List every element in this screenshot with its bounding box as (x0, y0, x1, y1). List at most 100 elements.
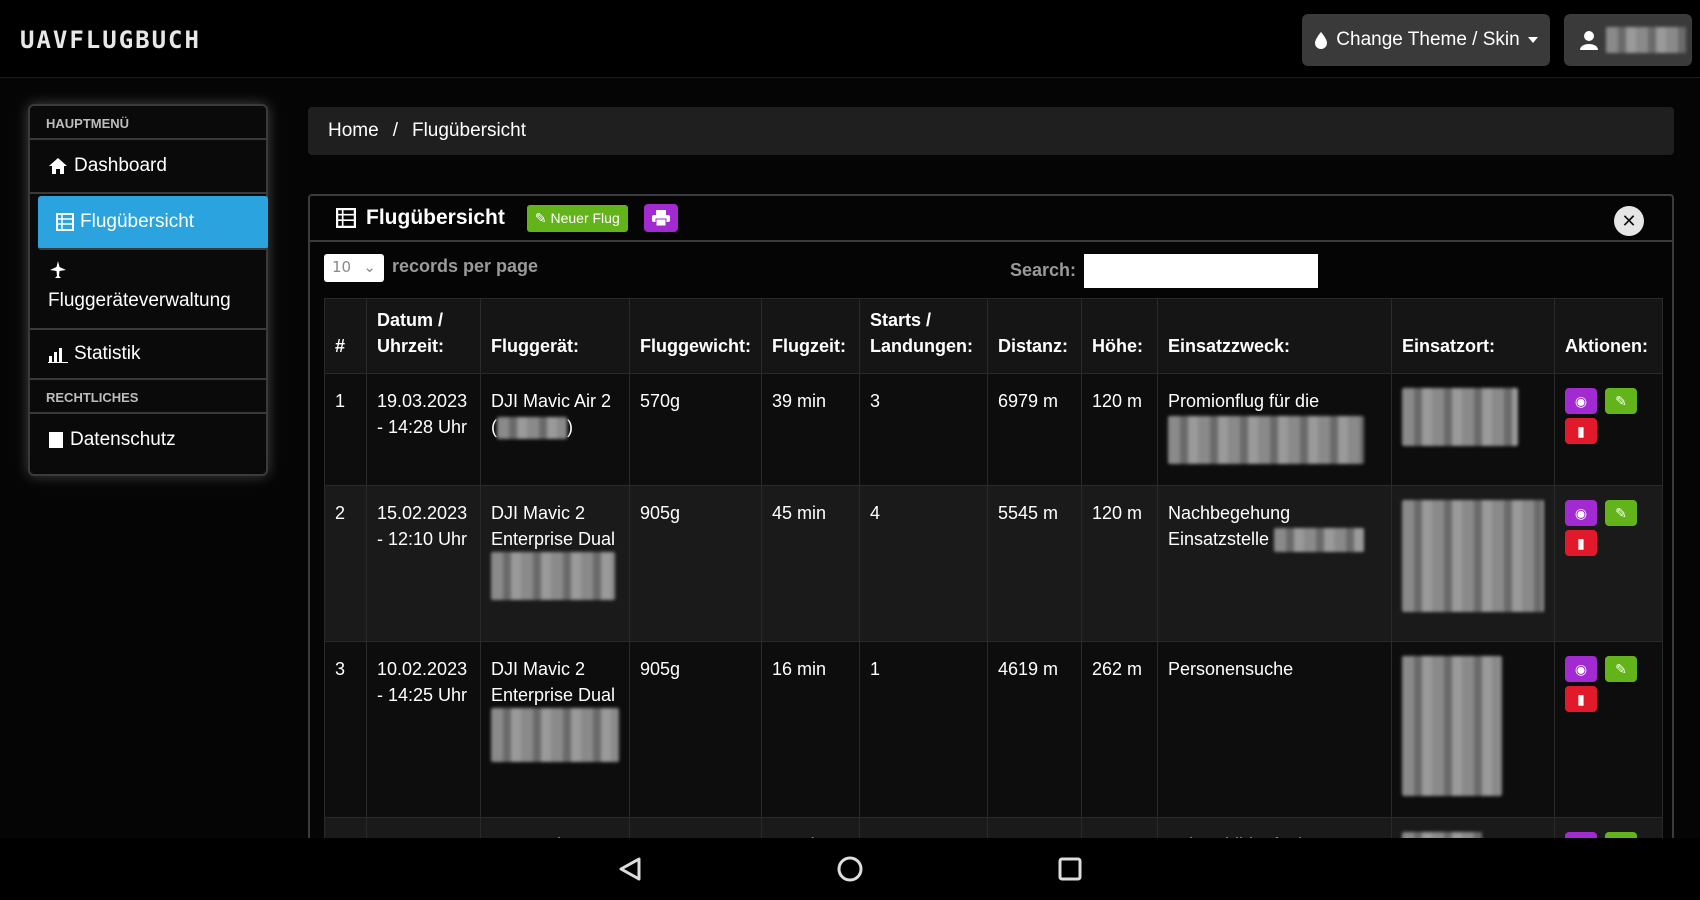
flight-overview-panel: Flugübersicht ✎ Neuer Flug ✕ 10 ⌄ record… (308, 194, 1674, 900)
cell-location (1391, 641, 1555, 818)
view-button[interactable]: ◉ (1565, 500, 1597, 526)
caret-down-icon (1527, 37, 1538, 43)
col-header-weight[interactable]: Fluggewicht: (629, 298, 762, 374)
cell-device: DJI Mavic 2 Enterprise Dual (480, 641, 630, 818)
col-header-actions: Aktionen: (1554, 298, 1663, 374)
list-icon (336, 208, 356, 228)
col-header-distance[interactable]: Distanz: (987, 298, 1082, 374)
redacted-device-note (497, 417, 567, 440)
cell-actions: ◉ ✎ ▮ (1554, 373, 1663, 486)
col-header-flighttime[interactable]: Flugzeit: (761, 298, 860, 374)
sidebar-item-label: Datenschutz (70, 429, 176, 450)
sidebar-item-label: Statistik (74, 343, 141, 364)
sidebar-item-statistik[interactable]: Statistik (30, 330, 266, 380)
edit-button[interactable]: ✎ (1605, 656, 1637, 682)
cell-date: 19.03.2023 - 14:28 Uhr (366, 373, 481, 486)
edit-button[interactable]: ✎ (1605, 388, 1637, 414)
trash-icon: ▮ (1577, 535, 1585, 551)
sidebar-item-label: Flugübersicht (80, 211, 195, 232)
sidebar-section-main: HAUPTMENÜ (30, 106, 266, 140)
cell-location (1391, 373, 1555, 486)
print-button[interactable] (643, 204, 678, 232)
edit-icon: ✎ (1615, 505, 1627, 521)
cell-flighttime: 39 min (761, 373, 860, 486)
sidebar-item-flugubersicht[interactable]: Flugübersicht (38, 196, 268, 250)
redacted-location (1402, 656, 1502, 796)
search-input[interactable] (1084, 254, 1318, 288)
system-navigation-bar (0, 838, 1700, 900)
delete-button[interactable]: ▮ (1565, 418, 1597, 444)
change-theme-button[interactable]: Change Theme / Skin (1302, 14, 1550, 66)
new-flight-button[interactable]: ✎ Neuer Flug (526, 204, 628, 232)
records-per-page-value: 10 (332, 258, 352, 276)
redacted-device-note (491, 708, 619, 762)
flights-table: # Datum / Uhrzeit: Fluggerät: Fluggewich… (324, 298, 1663, 900)
panel-close-button[interactable]: ✕ (1614, 206, 1644, 236)
cell-device: DJI Mavic Air 2 () (480, 373, 630, 486)
cell-distance: 5545 m (987, 485, 1082, 642)
breadcrumb: Home / Flugübersicht (308, 107, 1674, 155)
cell-weight: 905g (629, 485, 762, 642)
top-bar: UAVFLUGBUCH Change Theme / Skin (0, 0, 1700, 78)
col-header-height[interactable]: Höhe: (1081, 298, 1158, 374)
device-name: DJI Mavic 2 Enterprise Dual (491, 659, 616, 705)
search-label: Search: (1010, 260, 1077, 280)
table-row: 2 15.02.2023 - 12:10 Uhr DJI Mavic 2 Ent… (324, 485, 1663, 642)
table-row: 3 10.02.2023 - 14:25 Uhr DJI Mavic 2 Ent… (324, 641, 1663, 818)
chevron-down-icon: ⌄ (363, 258, 376, 276)
cell-nr: 2 (324, 485, 367, 642)
document-icon (49, 432, 63, 448)
col-header-purpose[interactable]: Einsatzzweck: (1157, 298, 1392, 374)
back-triangle-icon (619, 857, 641, 881)
brand-logo[interactable]: UAVFLUGBUCH (20, 26, 201, 54)
trash-icon: ▮ (1577, 691, 1585, 707)
col-header-nr[interactable]: # (324, 298, 367, 374)
view-button[interactable]: ◉ (1565, 388, 1597, 414)
back-button[interactable] (610, 849, 650, 889)
delete-button[interactable]: ▮ (1565, 686, 1597, 712)
records-per-page-select[interactable]: 10 ⌄ (324, 254, 384, 282)
home-circle-icon (837, 856, 863, 882)
cell-starts: 1 (859, 641, 988, 818)
cell-purpose: Nachbegehung Einsatzstelle (1157, 485, 1392, 642)
cell-nr: 3 (324, 641, 367, 818)
col-header-location[interactable]: Einsatzort: (1391, 298, 1555, 374)
print-icon (651, 210, 670, 226)
col-header-device[interactable]: Fluggerät: (480, 298, 630, 374)
delete-button[interactable]: ▮ (1565, 530, 1597, 556)
plane-icon (50, 261, 66, 278)
sidebar-item-datenschutz[interactable]: Datenschutz (30, 414, 266, 466)
purpose-text: Promionflug für die (1168, 391, 1320, 411)
redacted-location (1402, 388, 1518, 446)
cell-height: 120 m (1081, 373, 1158, 486)
cell-height: 262 m (1081, 641, 1158, 818)
sidebar: HAUPTMENÜ Dashboard Flugübersicht Flugge… (28, 104, 268, 476)
breadcrumb-home[interactable]: Home (328, 120, 379, 142)
eye-icon: ◉ (1574, 505, 1588, 521)
recents-button[interactable] (1050, 849, 1090, 889)
cell-actions: ◉ ✎ ▮ (1554, 485, 1663, 642)
cell-location (1391, 485, 1555, 642)
user-menu-button[interactable] (1564, 14, 1692, 66)
sidebar-item-fluggeraeteverwaltung[interactable]: Fluggeräteverwaltung (30, 250, 266, 330)
sidebar-item-dashboard[interactable]: Dashboard (30, 140, 266, 194)
edit-icon: ✎ (534, 209, 547, 226)
cell-height: 120 m (1081, 485, 1158, 642)
cell-date: 15.02.2023 - 12:10 Uhr (366, 485, 481, 642)
app-root: UAVFLUGBUCH Change Theme / Skin HAUPTMEN… (0, 0, 1700, 900)
col-header-date[interactable]: Datum / Uhrzeit: (366, 298, 481, 374)
sidebar-item-label: Fluggeräteverwaltung (48, 290, 231, 311)
bar-chart-icon (48, 348, 68, 363)
recents-square-icon (1058, 857, 1082, 881)
change-theme-label: Change Theme / Skin (1336, 29, 1520, 50)
redacted-location (1402, 500, 1544, 612)
home-button[interactable] (830, 849, 870, 889)
table-header-row: # Datum / Uhrzeit: Fluggerät: Fluggewich… (324, 298, 1663, 374)
redacted-purpose (1274, 528, 1365, 553)
table-row: 1 19.03.2023 - 14:28 Uhr DJI Mavic Air 2… (324, 373, 1663, 486)
col-header-starts[interactable]: Starts / Landungen: (859, 298, 988, 374)
edit-button[interactable]: ✎ (1605, 500, 1637, 526)
cell-distance: 4619 m (987, 641, 1082, 818)
panel-header: Flugübersicht ✎ Neuer Flug ✕ (310, 196, 1672, 242)
view-button[interactable]: ◉ (1565, 656, 1597, 682)
